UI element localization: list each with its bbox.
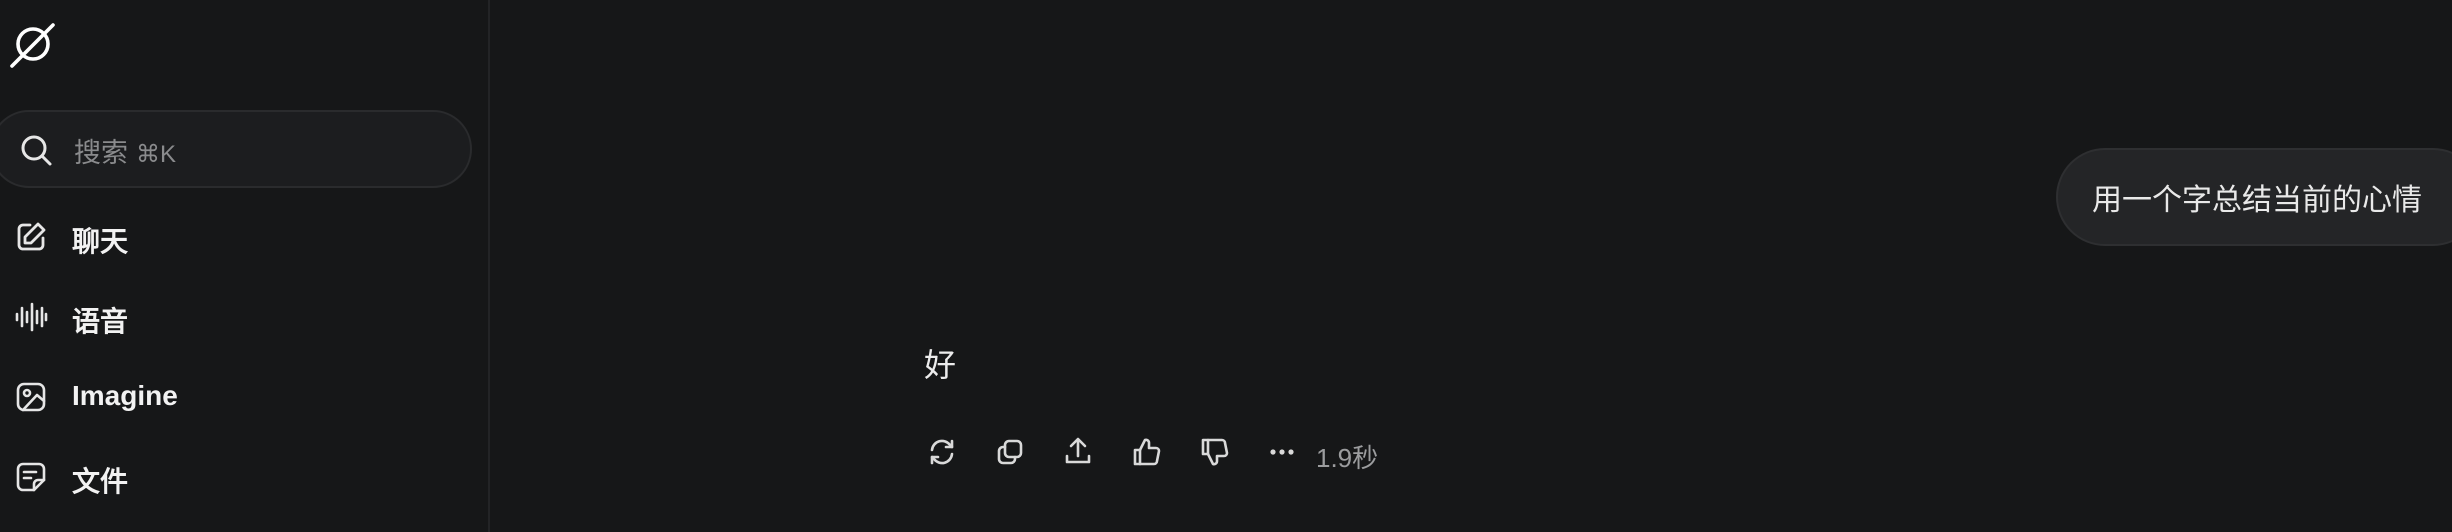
thumbs-down-icon <box>1201 438 1229 466</box>
waveform-icon <box>14 300 48 334</box>
app-window: 搜索 ⌘K 聊天 语音 Imagine 文件 用一个字总结当前的心情 好 1.9… <box>0 0 2452 532</box>
sidebar-item-files[interactable]: 文件 <box>0 446 470 506</box>
edit-icon <box>14 220 48 254</box>
thumbs-down-button[interactable] <box>1192 430 1236 474</box>
user-message-bubble: 用一个字总结当前的心情 <box>2056 148 2452 246</box>
grok-logo-icon[interactable] <box>6 20 58 72</box>
image-icon <box>14 380 48 414</box>
sidebar-item-label: 聊天 <box>72 226 129 257</box>
sidebar-item-imagine[interactable]: Imagine <box>0 366 470 426</box>
more-icon <box>1270 449 1294 455</box>
sidebar-item-label: 文件 <box>72 466 129 497</box>
thumbs-up-icon <box>1133 438 1161 466</box>
share-icon <box>1065 437 1091 464</box>
more-button[interactable] <box>1260 430 1304 474</box>
response-time: 1.9秒 <box>1316 443 1379 473</box>
search-shortcut: ⌘K <box>136 141 177 168</box>
conversation-area: 用一个字总结当前的心情 好 1.9秒 <box>490 0 2452 532</box>
thumbs-up-button[interactable] <box>1124 430 1168 474</box>
sidebar-item-label: Imagine <box>72 380 178 411</box>
regenerate-button[interactable] <box>920 430 964 474</box>
user-message-text: 用一个字总结当前的心情 <box>2092 184 2422 217</box>
search-icon <box>18 132 54 168</box>
copy-button[interactable] <box>988 430 1032 474</box>
search-label: 搜索 ⌘K <box>74 138 177 168</box>
sidebar-item-chat[interactable]: 聊天 <box>0 206 470 266</box>
copy-icon <box>997 439 1023 465</box>
regenerate-icon <box>930 439 954 465</box>
file-icon <box>14 460 48 494</box>
assistant-reply-text: 好 <box>924 347 957 383</box>
share-button[interactable] <box>1056 430 1100 474</box>
sidebar-item-voice[interactable]: 语音 <box>0 286 470 346</box>
sidebar: 搜索 ⌘K 聊天 语音 Imagine 文件 <box>0 0 490 532</box>
search-button[interactable]: 搜索 ⌘K <box>0 110 472 188</box>
sidebar-item-label: 语音 <box>72 306 129 337</box>
